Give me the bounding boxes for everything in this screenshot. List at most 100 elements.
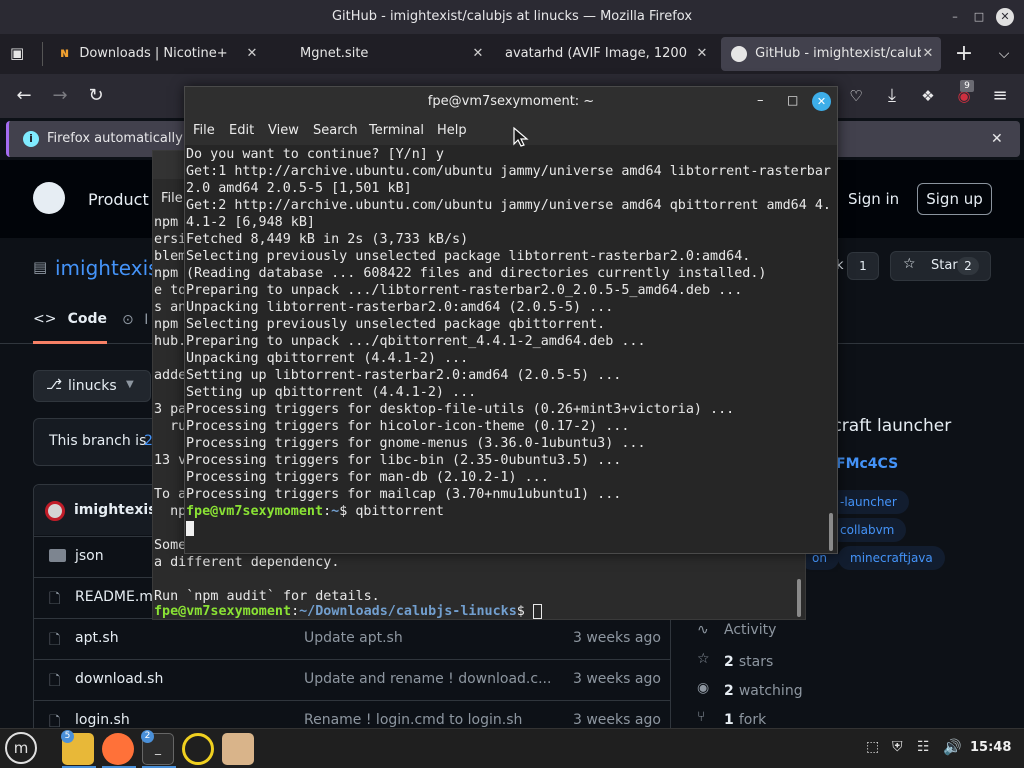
file-name[interactable]: login.sh	[75, 712, 130, 728]
tab-nicotine[interactable]: ɴ Downloads | Nicotine+	[50, 37, 250, 71]
stars-link[interactable]: 2 stars	[724, 651, 773, 670]
window-titlebar: GitHub - imightexist/calubjs at linucks …	[0, 0, 1024, 34]
minimize-icon[interactable]: –	[757, 93, 773, 111]
notification-text: Firefox automatically s	[47, 131, 194, 146]
terminal-window-front[interactable]: fpe@vm7sexymoment: ~ – □ ✕ File Edit Vie…	[184, 86, 838, 554]
minimize-icon[interactable]: –	[946, 8, 964, 26]
downloads-icon[interactable]: ⤓	[880, 84, 904, 108]
file-name[interactable]: json	[75, 548, 104, 564]
maximize-icon[interactable]: □	[787, 93, 803, 111]
watching-count: 2	[724, 683, 734, 699]
github-logo-icon[interactable]	[33, 182, 65, 214]
star-count: 2	[957, 257, 979, 275]
terminal-line: s an	[154, 300, 187, 315]
terminal-output: Do you want to continue? [Y/n] y Get:1 ht…	[185, 146, 837, 504]
sign-in-link[interactable]: Sign in	[848, 190, 899, 208]
watching-link[interactable]: 2 watching	[724, 680, 803, 699]
firefox-view-icon[interactable]: ▣	[10, 44, 30, 64]
product-menu[interactable]: Product	[88, 190, 149, 209]
mouse-pointer-icon	[512, 126, 530, 148]
tab-github[interactable]: GitHub - imightexist/calubjs	[721, 37, 941, 71]
commit-message[interactable]: Update and rename ! download.c...	[304, 671, 551, 687]
scrollbar[interactable]	[829, 513, 833, 551]
archive-icon[interactable]	[222, 733, 254, 765]
scrollbar[interactable]	[797, 579, 801, 617]
terminal-line: e to	[154, 283, 187, 298]
menu-search[interactable]: Search	[313, 123, 358, 138]
commit-time: 3 weeks ago	[573, 712, 661, 728]
clipboard-icon[interactable]: ⬚	[866, 739, 879, 755]
star-button[interactable]: ☆ Star 2	[890, 251, 991, 281]
tab-close-icon[interactable]: ✕	[692, 37, 712, 71]
menu-view[interactable]: View	[268, 123, 299, 138]
tab-list-icon[interactable]: ⌵	[992, 42, 1016, 66]
sign-up-button[interactable]: Sign up	[917, 183, 992, 215]
terminal-line: adde	[154, 368, 187, 383]
fork-icon: ⑂	[697, 709, 706, 725]
close-icon[interactable]: ✕	[812, 92, 831, 111]
extension-badge: 9	[960, 80, 974, 92]
network-icon[interactable]: ☷	[917, 739, 930, 755]
file-icon: 🗋	[49, 632, 61, 648]
tab-close-icon[interactable]: ✕	[918, 37, 938, 71]
terminal-title: fpe@vm7sexymoment: ~	[427, 94, 595, 109]
eye-icon: ◉	[697, 680, 710, 696]
commit-message[interactable]: Rename ! login.cmd to login.sh	[304, 712, 522, 728]
volume-icon[interactable]: 🔊	[943, 738, 962, 756]
commit-author[interactable]: imightexist	[74, 502, 163, 518]
tab-avatarhd[interactable]: avatarhd (AVIF Image, 1200 × 1	[495, 37, 690, 71]
pocket-icon[interactable]: ♡	[844, 84, 868, 108]
repo-owner-link[interactable]: imightexis	[55, 256, 159, 280]
forward-icon[interactable]: →	[48, 84, 72, 108]
commit-message[interactable]: Update apt.sh	[304, 630, 403, 646]
activity-link[interactable]: Activity	[724, 622, 776, 638]
menu-file[interactable]: File	[193, 123, 215, 138]
new-tab-icon[interactable]: +	[952, 42, 976, 66]
menu-edit[interactable]: Edit	[229, 123, 254, 138]
terminal-line: Unpacking libtorrent-rasterbar2.0:amd64 …	[186, 300, 614, 315]
forks-link[interactable]: 1 fork	[724, 709, 766, 728]
topic-tag[interactable]: -launcher	[828, 490, 909, 514]
tab-label: avatarhd (AVIF Image, 1200 × 1	[505, 46, 690, 61]
close-window-icon[interactable]: ✕	[996, 8, 1014, 26]
table-row[interactable]: 🗋 login.sh Rename ! login.cmd to login.s…	[33, 700, 671, 730]
file-icon: 🗋	[49, 673, 61, 689]
shield-icon[interactable]: ⛨	[892, 739, 903, 755]
clock[interactable]: 15:48	[970, 740, 1011, 755]
terminal-line: a different dependency.	[154, 555, 340, 570]
mint-menu-icon[interactable]: m	[5, 732, 37, 764]
maximize-icon[interactable]: □	[970, 8, 988, 26]
terminal-cursor	[186, 521, 194, 536]
terminal-line: Processing triggers for gnome-menus (3.3…	[186, 436, 646, 451]
menu-help[interactable]: Help	[437, 123, 467, 138]
back-icon[interactable]: ←	[12, 84, 36, 108]
terminal-prompt: fpe@vm7sexymoment:~$ qbittorrent	[186, 504, 444, 519]
tab-mgnet[interactable]: Mgnet.site	[290, 37, 475, 71]
topic-tag[interactable]: minecraftjava	[838, 546, 945, 570]
active-tab-indicator	[33, 341, 107, 344]
tab-close-icon[interactable]: ✕	[468, 37, 488, 71]
terminal-back-menu[interactable]: File	[161, 191, 183, 206]
extensions-icon[interactable]: ❖	[916, 84, 940, 108]
app-icon[interactable]	[182, 733, 214, 765]
topic-tag[interactable]: collabvm	[828, 518, 907, 542]
file-name[interactable]: download.sh	[75, 671, 163, 687]
terminal-line: Setting up libtorrent-rasterbar2.0:amd64…	[186, 368, 622, 383]
tab-issues[interactable]: ⊙ I	[122, 312, 148, 328]
fork-count[interactable]: 1	[847, 252, 879, 280]
branch-selector[interactable]: ⎇ linucks ▼	[33, 370, 151, 402]
reload-icon[interactable]: ↻	[84, 84, 108, 108]
firefox-icon[interactable]	[102, 733, 134, 765]
file-name[interactable]: apt.sh	[75, 630, 119, 646]
notification-close-icon[interactable]: ✕	[991, 121, 1011, 157]
file-name[interactable]: README.m	[75, 589, 153, 605]
about-link[interactable]: FMc4CS	[836, 456, 898, 472]
terminal-line: hub.	[154, 334, 187, 349]
tab-close-icon[interactable]: ✕	[242, 37, 262, 71]
menu-icon[interactable]: ≡	[988, 84, 1012, 108]
menu-terminal[interactable]: Terminal	[369, 123, 424, 138]
table-row[interactable]: 🗋 download.sh Update and rename ! downlo…	[33, 659, 671, 700]
terminal-line: 2.0 amd64 2.0.5-5 [1,501 kB]	[186, 181, 412, 196]
table-row[interactable]: 🗋 apt.sh Update apt.sh 3 weeks ago	[33, 618, 671, 659]
terminal-line: Setting up qbittorrent (4.4.1-2) ...	[186, 385, 477, 400]
